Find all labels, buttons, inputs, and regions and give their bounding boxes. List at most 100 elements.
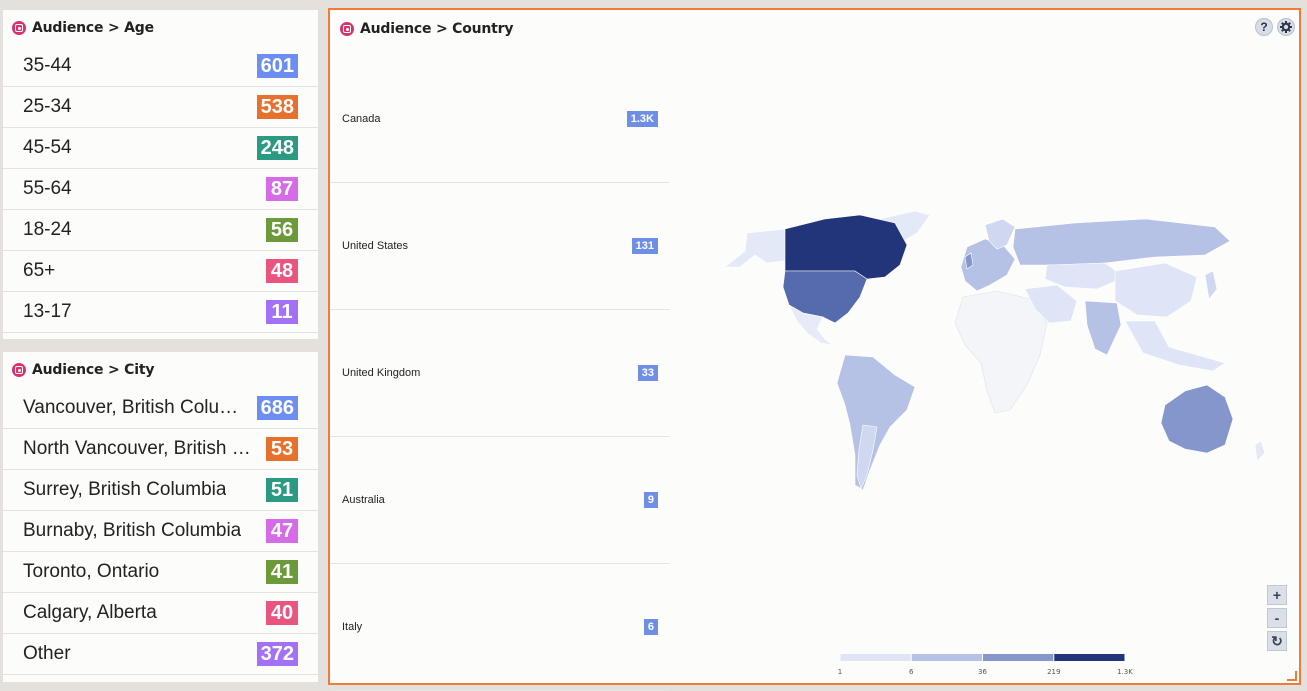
legend-tick-label: 36 xyxy=(978,668,987,676)
city-row[interactable]: Other 372 xyxy=(3,634,318,675)
country-panel[interactable]: Audience > Country ? Canada 1.3K United St… xyxy=(328,8,1301,691)
zoom-out-label: - xyxy=(1274,610,1280,626)
legend-tick-label: 219 xyxy=(1047,668,1060,676)
legend-tick-label: 1.3K xyxy=(1117,668,1133,676)
help-button[interactable]: ? xyxy=(1255,18,1273,36)
country-panel-header: Audience > Country xyxy=(340,21,514,37)
age-row-label: 55-64 xyxy=(23,178,72,199)
city-row[interactable]: Toronto, Ontario 41 xyxy=(3,552,318,593)
age-row[interactable]: 45-54 248 xyxy=(3,128,318,169)
city-row[interactable]: Burnaby, British Columbia 47 xyxy=(3,511,318,552)
city-row-count-badge: 40 xyxy=(266,601,298,625)
age-row-label: 35-44 xyxy=(23,55,72,76)
age-row-count-badge: 56 xyxy=(266,218,298,242)
country-count-badge: 33 xyxy=(637,365,658,381)
legend-segment xyxy=(911,654,983,661)
city-row-label: Calgary, Alberta xyxy=(23,602,157,623)
age-row-count-badge: 48 xyxy=(266,259,298,283)
legend-segment xyxy=(982,654,1054,661)
map-se-asia[interactable] xyxy=(1124,320,1226,372)
age-panel-header: Audience > Age xyxy=(12,20,154,36)
city-row-label: North Vancouver, British Columbia xyxy=(23,438,253,459)
age-row-label: 25-34 xyxy=(23,96,72,117)
map-australia[interactable] xyxy=(1160,384,1234,454)
country-list: Canada 1.3K United States 131 United Kingdom… xyxy=(330,56,670,691)
map-japan[interactable] xyxy=(1204,270,1218,300)
city-row-label: Burnaby, British Columbia xyxy=(23,520,242,541)
age-list: 35-44 601 25-34 538 45-54 248 55-64 87 18-24 56 65… xyxy=(3,46,318,333)
country-row[interactable]: Italy 6 xyxy=(330,564,670,691)
settings-button[interactable] xyxy=(1277,18,1295,36)
legend-segment xyxy=(1053,654,1125,661)
age-row-count-badge: 538 xyxy=(256,95,298,119)
age-panel-title: Audience > Age xyxy=(32,20,154,36)
city-panel-title: Audience > City xyxy=(32,362,155,378)
city-row[interactable]: North Vancouver, British Columbia 53 xyxy=(3,429,318,470)
age-panel: Audience > Age 35-44 601 25-34 538 45-54 248 5… xyxy=(3,10,318,339)
age-row[interactable]: 18-24 56 xyxy=(3,210,318,251)
age-row-label: 45-54 xyxy=(23,137,72,158)
map-new-zealand[interactable] xyxy=(1254,440,1266,462)
city-row[interactable]: Calgary, Alberta 40 xyxy=(3,593,318,634)
age-row-count-badge: 87 xyxy=(266,177,298,201)
country-row[interactable]: Canada 1.3K xyxy=(330,56,670,183)
legend-segment xyxy=(840,654,912,661)
instagram-icon xyxy=(340,22,354,36)
map-canada[interactable] xyxy=(784,214,908,280)
country-row[interactable]: United Kingdom 33 xyxy=(330,310,670,437)
zoom-in-label: + xyxy=(1272,587,1282,603)
city-row-count-badge: 51 xyxy=(266,478,298,502)
age-row-count-badge: 248 xyxy=(256,136,298,160)
map-south-america[interactable] xyxy=(836,354,916,491)
city-row-count-badge: 41 xyxy=(266,560,298,584)
instagram-icon xyxy=(12,363,26,377)
city-panel-header: Audience > City xyxy=(12,362,154,378)
legend-tick-label: 6 xyxy=(909,668,914,676)
city-panel: Audience > City Vancouver, British Colum… xyxy=(3,352,318,682)
help-icon: ? xyxy=(1260,20,1268,34)
country-name: Italy xyxy=(342,621,363,633)
country-count-badge: 1.3K xyxy=(626,111,658,127)
country-row[interactable]: Australia 9 xyxy=(330,437,670,564)
city-row-label: Vancouver, British Columbia xyxy=(23,397,253,418)
map-africa[interactable] xyxy=(954,290,1048,414)
instagram-icon xyxy=(12,21,26,35)
zoom-out-button[interactable]: - xyxy=(1267,608,1287,628)
city-row-label: Toronto, Ontario xyxy=(23,561,160,582)
world-map[interactable] xyxy=(685,205,1285,505)
country-name: United Kingdom xyxy=(342,367,421,379)
city-row[interactable]: Surrey, British Columbia 51 xyxy=(3,470,318,511)
age-row[interactable]: 25-34 538 xyxy=(3,87,318,128)
age-row[interactable]: 55-64 87 xyxy=(3,169,318,210)
age-row-label: 18-24 xyxy=(23,219,72,240)
gear-icon xyxy=(1280,21,1292,33)
age-row-label: 13-17 xyxy=(23,301,72,322)
map-india[interactable] xyxy=(1084,300,1122,356)
age-row[interactable]: 35-44 601 xyxy=(3,46,318,87)
country-name: United States xyxy=(342,240,409,252)
city-row-count-badge: 372 xyxy=(256,642,298,666)
city-row-count-badge: 686 xyxy=(256,396,298,420)
country-name: Canada xyxy=(342,113,381,125)
country-row[interactable]: United States 131 xyxy=(330,183,670,310)
map-alaska[interactable] xyxy=(724,228,791,268)
city-row-label: Other xyxy=(23,643,71,664)
map-russia[interactable] xyxy=(1012,218,1231,266)
city-row-label: Surrey, British Columbia xyxy=(23,479,227,500)
city-row[interactable]: Vancouver, British Columbia 686 xyxy=(3,388,318,429)
reset-icon: ↻ xyxy=(1271,633,1283,649)
age-row[interactable]: 65+ 48 xyxy=(3,251,318,292)
reset-zoom-button[interactable]: ↻ xyxy=(1267,631,1287,651)
city-row-count-badge: 47 xyxy=(266,519,298,543)
country-name: Australia xyxy=(342,494,385,506)
city-list: Vancouver, British Columbia 686 North Vanc… xyxy=(3,388,318,675)
city-row-count-badge: 53 xyxy=(266,437,298,461)
zoom-in-button[interactable]: + xyxy=(1267,585,1287,605)
legend-tick-label: 1 xyxy=(838,668,842,676)
resize-handle[interactable] xyxy=(1287,671,1297,681)
country-count-badge: 6 xyxy=(643,619,658,635)
color-legend: 1 6 36 219 1.3K xyxy=(838,654,1133,676)
age-row-count-badge: 11 xyxy=(266,300,298,324)
map-china[interactable] xyxy=(1114,262,1198,318)
age-row[interactable]: 13-17 11 xyxy=(3,292,318,333)
